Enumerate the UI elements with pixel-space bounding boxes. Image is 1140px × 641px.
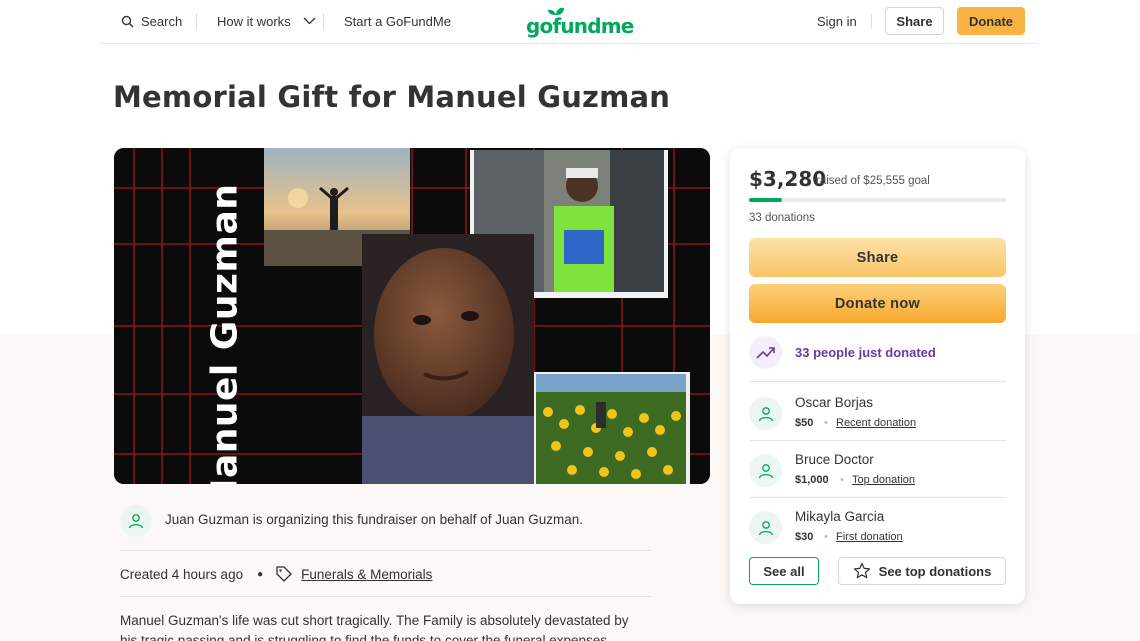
divider xyxy=(120,550,651,551)
see-all-button[interactable]: See all xyxy=(749,557,819,585)
search-icon xyxy=(121,15,134,27)
donation-sidebar-card: $3,280 raised of $25,555 goal 33 donatio… xyxy=(730,148,1025,604)
campaign-meta-row: Created 4 hours ago ● Funerals & Memoria… xyxy=(120,565,432,583)
how-it-works-menu[interactable]: How it works xyxy=(217,13,316,29)
campaign-story: Manuel Guzman's life was cut short tragi… xyxy=(120,613,629,641)
divider xyxy=(749,440,1006,441)
hero-vertical-name: Manuel Guzman xyxy=(202,184,248,484)
donor-amount: $50 xyxy=(795,417,814,429)
divider xyxy=(749,381,1006,382)
nav-divider xyxy=(196,13,197,29)
search-link[interactable]: Search xyxy=(121,13,182,29)
donor-separator: • xyxy=(840,474,844,486)
goal-text: raised of $25,555 goal xyxy=(816,175,930,187)
page-title: Memorial Gift for Manuel Guzman xyxy=(113,80,671,114)
donor-avatar xyxy=(749,397,782,430)
donor-badge-link[interactable]: Top donation xyxy=(852,474,915,486)
donate-now-button[interactable]: Donate now xyxy=(749,284,1006,323)
created-time: Created 4 hours ago xyxy=(120,566,244,582)
donor-item: Mikayla Garcia $30 • First donation xyxy=(749,509,1006,549)
sign-in-link[interactable]: Sign in xyxy=(817,13,857,29)
see-top-donations-label: See top donations xyxy=(878,563,992,579)
donor-separator: • xyxy=(824,417,828,429)
tag-icon xyxy=(276,566,292,582)
donor-amount: $30 xyxy=(795,531,814,543)
nav-divider xyxy=(323,13,324,29)
donor-badge-link[interactable]: Recent donation xyxy=(836,417,916,429)
donor-item: Oscar Borjas $50 • Recent donation xyxy=(749,395,1006,435)
raised-amount: $3,280 xyxy=(749,167,827,191)
hero-name-text: Manuel Guzman xyxy=(204,183,246,484)
user-heart-icon xyxy=(758,463,773,478)
donate-button-header[interactable]: Donate xyxy=(957,7,1025,35)
organizer-avatar xyxy=(120,505,152,537)
donor-name: Bruce Doctor xyxy=(795,452,874,467)
progress-bar xyxy=(749,198,1006,202)
share-button-header[interactable]: Share xyxy=(885,7,944,35)
nav-divider xyxy=(871,13,872,29)
progress-bar-fill xyxy=(749,198,782,202)
divider xyxy=(749,497,1006,498)
donor-separator: • xyxy=(824,531,828,543)
donor-avatar xyxy=(749,511,782,544)
start-gofundme-link[interactable]: Start a GoFundMe xyxy=(344,13,451,29)
user-heart-icon xyxy=(128,514,144,529)
donor-item: Bruce Doctor $1,000 • Top donation xyxy=(749,452,1006,492)
top-navigation-bar: Search How it works Start a GoFundMe gof… xyxy=(100,0,1038,44)
donor-badge-link[interactable]: First donation xyxy=(836,531,903,543)
divider xyxy=(120,596,651,597)
user-heart-icon xyxy=(758,406,773,421)
photo-sunflowers xyxy=(534,372,690,484)
how-it-works-label: How it works xyxy=(217,13,291,29)
donor-name: Oscar Borjas xyxy=(795,395,874,410)
trend-badge xyxy=(749,336,782,369)
donor-avatar xyxy=(749,454,782,487)
organizer-text: Juan Guzman is organizing this fundraise… xyxy=(165,512,583,527)
star-icon xyxy=(853,562,870,579)
start-gofundme-label: Start a GoFundMe xyxy=(344,13,451,29)
search-label: Search xyxy=(141,13,183,29)
trend-up-icon xyxy=(755,346,775,359)
recent-activity-text: 33 people just donated xyxy=(795,345,936,360)
gofundme-logo[interactable]: gofundme xyxy=(526,6,634,38)
user-heart-icon xyxy=(758,520,773,535)
donor-amount: $1,000 xyxy=(795,474,829,486)
logo-wordmark: gofundme xyxy=(526,14,634,38)
share-button[interactable]: Share xyxy=(749,238,1006,277)
photo-portrait xyxy=(362,234,534,484)
category-link[interactable]: Funerals & Memorials xyxy=(275,565,432,583)
meta-separator: ● xyxy=(257,568,264,580)
category-label: Funerals & Memorials xyxy=(301,566,433,582)
donation-count: 33 donations xyxy=(749,212,815,224)
sign-in-label: Sign in xyxy=(817,13,857,29)
see-top-donations-button[interactable]: See top donations xyxy=(838,557,1006,585)
chevron-down-icon xyxy=(303,17,316,25)
donor-name: Mikayla Garcia xyxy=(795,509,885,524)
campaign-hero-image[interactable]: Manuel Guzman xyxy=(114,148,710,484)
